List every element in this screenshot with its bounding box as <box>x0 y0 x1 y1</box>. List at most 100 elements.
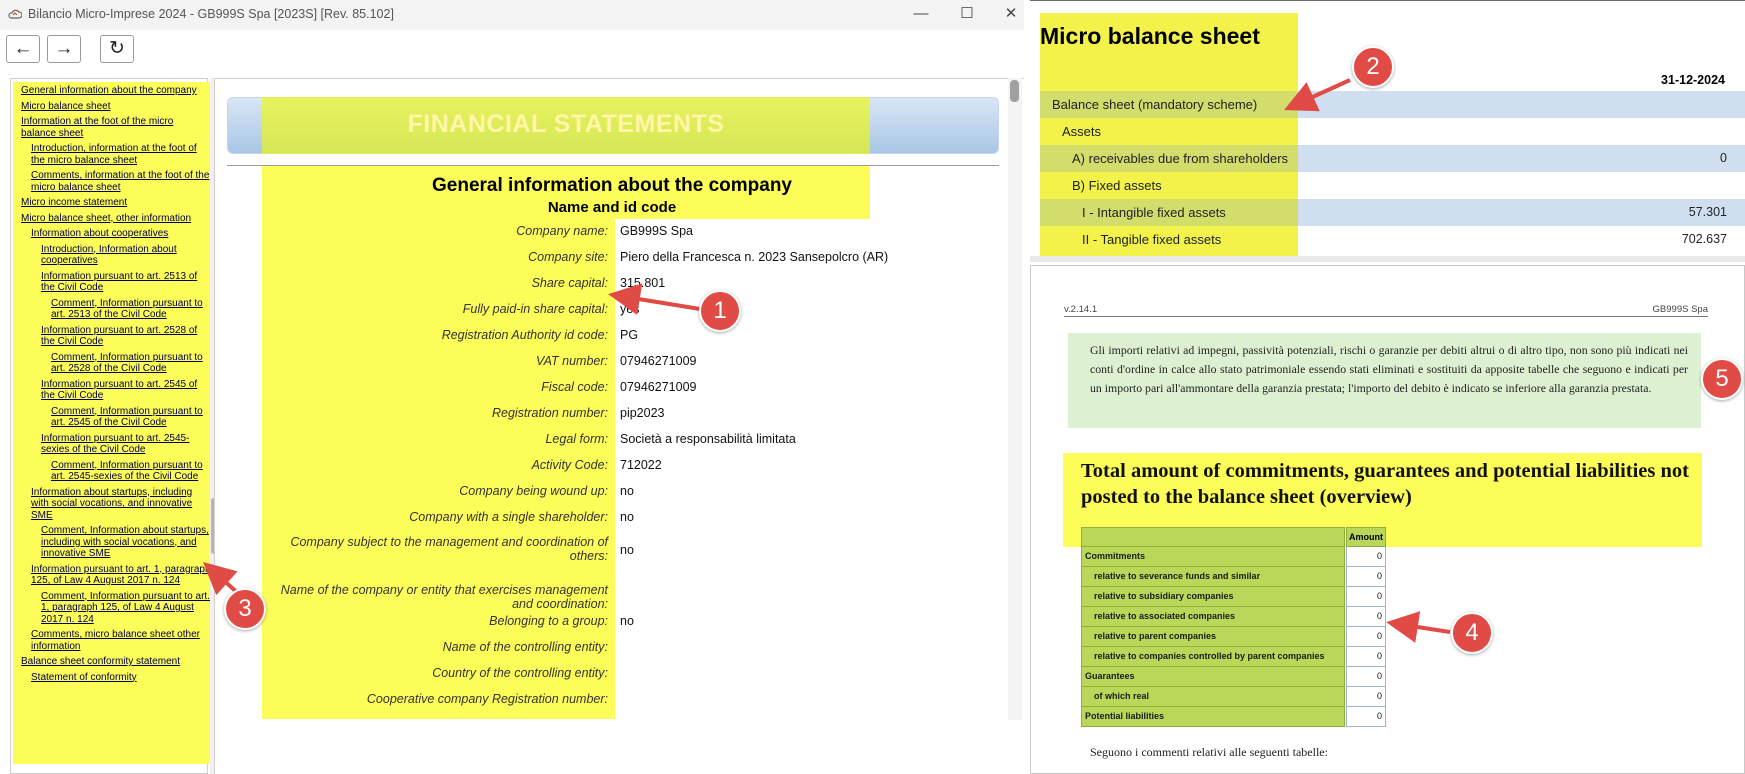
nav-link[interactable]: Information pursuant to art. 2513 of the… <box>13 271 215 294</box>
amount-cell[interactable]: 0 <box>1346 607 1386 627</box>
nav-link[interactable]: General information about the company <box>13 85 215 97</box>
row-label: relative to subsidiary companies <box>1081 587 1345 607</box>
navigation-tree: General information about the company Mic… <box>13 82 215 764</box>
balance-row[interactable]: B) Fixed assets <box>1040 172 1745 199</box>
nav-link[interactable]: Information pursuant to art. 2545 of the… <box>13 379 215 402</box>
field-row: Belonging to a group: no <box>262 614 962 640</box>
amount-cell[interactable]: 0 <box>1346 567 1386 587</box>
field-label: Legal form: <box>545 432 608 446</box>
table-row: relative to severance funds and similar 0 <box>1081 567 1386 587</box>
row-label: Potential liabilities <box>1081 707 1345 727</box>
balance-scrollbar[interactable] <box>1030 256 1745 262</box>
balance-row[interactable]: I - Intangible fixed assets 57.301 <box>1040 199 1745 226</box>
nav-link[interactable]: Micro balance sheet, other information <box>13 213 215 225</box>
nav-link[interactable]: Comment, Information pursuant to art. 25… <box>13 352 215 375</box>
nav-link[interactable]: Micro balance sheet <box>13 101 215 113</box>
field-value: 07946271009 <box>620 380 697 394</box>
minimize-button[interactable]: — <box>898 0 944 30</box>
balance-label: I - Intangible fixed assets <box>1082 205 1226 220</box>
balance-row[interactable]: A) receivables due from shareholders 0 <box>1040 145 1745 172</box>
maximize-button[interactable]: ☐ <box>944 0 990 30</box>
field-label: Company subject to the management and co… <box>290 535 608 563</box>
nav-link[interactable]: Statement of conformity <box>13 672 215 684</box>
back-button[interactable]: ← <box>6 35 40 63</box>
field-row: Legal form: Società a responsabilità limi… <box>262 432 962 458</box>
nav-link[interactable]: Comment, Information pursuant to art. 1,… <box>13 591 215 626</box>
preview-footer-text: Seguono i commenti relativi alle seguent… <box>1090 745 1328 759</box>
table-row: relative to subsidiary companies 0 <box>1081 587 1386 607</box>
nav-link[interactable]: Micro income statement <box>13 197 215 209</box>
field-label: Share capital: <box>531 276 608 290</box>
nav-link[interactable]: Comment, Information pursuant to art. 25… <box>13 460 215 483</box>
close-button[interactable]: ✕ <box>988 0 1034 30</box>
amount-cell[interactable]: 0 <box>1346 647 1386 667</box>
section-title: General information about the company <box>432 175 792 196</box>
field-row: Company name: GB999S Spa <box>262 224 962 250</box>
field-value: Società a responsabilità limitata <box>620 432 796 446</box>
amount-cell[interactable]: 0 <box>1346 547 1386 567</box>
nav-link[interactable]: Information about cooperatives <box>13 228 215 240</box>
forward-button[interactable]: → <box>47 35 81 63</box>
nav-link[interactable]: Information about startups, including wi… <box>13 487 215 522</box>
balance-label: Balance sheet (mandatory scheme) <box>1052 97 1258 112</box>
amount-cell[interactable]: 0 <box>1346 667 1386 687</box>
field-label: Company site: <box>528 250 608 264</box>
toolbar: ← → ↻ <box>0 30 1024 78</box>
preview-header-rule <box>1064 316 1708 317</box>
row-label: relative to parent companies <box>1081 627 1345 647</box>
nav-link[interactable]: Comment, Information pursuant to art. 25… <box>13 406 215 429</box>
amount-cell[interactable]: 0 <box>1346 687 1386 707</box>
field-row: Activity Code: 712022 <box>262 458 962 484</box>
field-row: Country of the controlling entity: <box>262 666 962 692</box>
field-value: PG <box>620 328 639 342</box>
table-row: Guarantees 0 <box>1081 667 1386 687</box>
nav-link[interactable]: Comment, Information pursuant to art. 25… <box>13 298 215 321</box>
refresh-button[interactable]: ↻ <box>100 35 134 63</box>
amount-cell[interactable]: 0 <box>1346 707 1386 727</box>
field-row: Share capital: 315.801 <box>262 276 962 302</box>
nav-link[interactable]: Comments, information at the foot of the… <box>13 170 215 193</box>
balance-sheet-window: Micro balance sheet 31-12-2024 Balance s… <box>1030 0 1745 262</box>
content-scrollbar[interactable] <box>1008 78 1022 720</box>
balance-label: Assets <box>1062 124 1102 139</box>
nav-link[interactable]: Comment, Information about startups, inc… <box>13 525 215 560</box>
table-row: relative to parent companies 0 <box>1081 627 1386 647</box>
field-label: Fiscal code: <box>541 380 608 394</box>
field-value: Piero della Francesca n. 2023 Sansepolcr… <box>620 250 889 264</box>
nav-link[interactable]: Information pursuant to art. 1, paragrap… <box>13 564 215 587</box>
balance-row[interactable]: Balance sheet (mandatory scheme) <box>1040 91 1745 118</box>
nav-link[interactable]: Information at the foot of the micro bal… <box>13 116 215 139</box>
field-row: Registration number: pip2023 <box>262 406 962 432</box>
balance-row[interactable]: II - Tangible fixed assets 702.637 <box>1040 226 1745 253</box>
field-row: Registration Authority id code: PG <box>262 328 962 354</box>
preview-version: v.2.14.1 <box>1064 304 1098 315</box>
nav-link[interactable]: Comments, micro balance sheet other info… <box>13 629 215 652</box>
callout-4: 4 <box>1451 612 1493 654</box>
content-scroll-thumb[interactable] <box>1010 80 1019 102</box>
nav-link[interactable]: Balance sheet conformity statement <box>13 656 215 668</box>
field-row: Company being wound up: no <box>262 484 962 510</box>
balance-row[interactable]: Assets <box>1040 118 1745 145</box>
table-row: relative to companies controlled by pare… <box>1081 647 1386 667</box>
callout-1: 1 <box>699 290 741 332</box>
preview-company: GB999S Spa <box>1652 304 1708 315</box>
field-label: Company name: <box>516 224 608 238</box>
window-border <box>1030 0 1745 1</box>
field-label: Name of the company or entity that exerc… <box>280 583 608 611</box>
title-bar: Bilancio Micro-Imprese 2024 - GB999S Spa… <box>0 0 1024 30</box>
field-label: Belonging to a group: <box>489 614 608 628</box>
field-label: Registration Authority id code: <box>441 328 608 342</box>
balance-title: Micro balance sheet <box>1040 23 1260 49</box>
nav-link[interactable]: Information pursuant to art. 2545-sexies… <box>13 433 215 456</box>
nav-link[interactable]: Information pursuant to art. 2528 of the… <box>13 325 215 348</box>
nav-link[interactable]: Introduction, Information about cooperat… <box>13 244 215 267</box>
table-row: Potential liabilities 0 <box>1081 707 1386 727</box>
amount-cell[interactable]: 0 <box>1346 587 1386 607</box>
amount-cell[interactable]: 0 <box>1346 627 1386 647</box>
row-label: of which real <box>1081 687 1345 707</box>
screen: Bilancio Micro-Imprese 2024 - GB999S Spa… <box>0 0 1745 774</box>
nav-link[interactable]: Introduction, information at the foot of… <box>13 143 215 166</box>
total-title: Total amount of commitments, guarantees … <box>1081 460 1689 508</box>
field-value: no <box>620 543 634 557</box>
field-row: Name of the company or entity that exerc… <box>262 583 962 611</box>
